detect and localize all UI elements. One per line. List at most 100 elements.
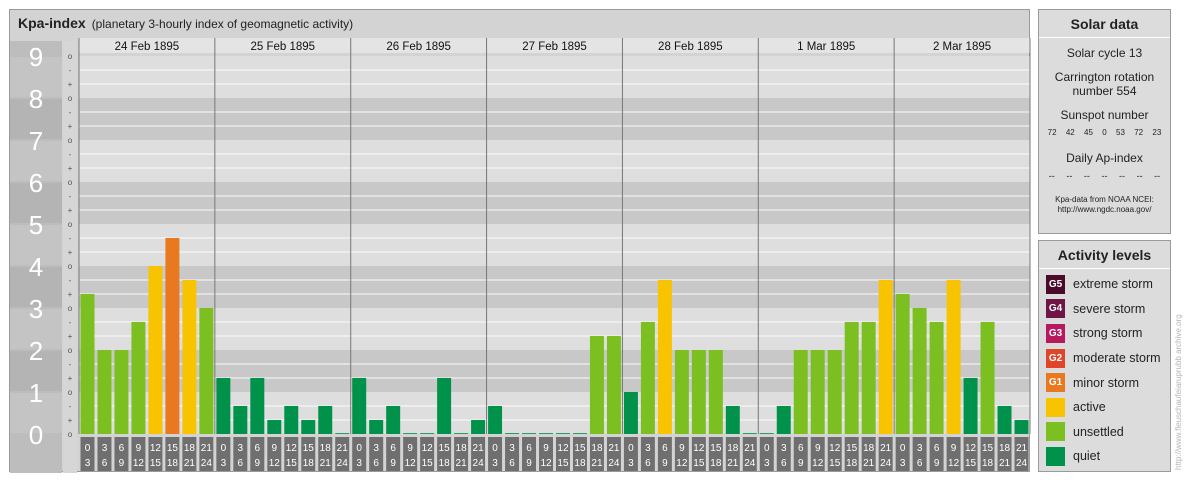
kp-bar xyxy=(165,237,180,434)
y-tick-label: 8 xyxy=(29,84,43,114)
time-slot-end: 18 xyxy=(439,458,451,469)
time-slot-end: 6 xyxy=(645,458,651,469)
activity-level-swatch: G4 xyxy=(1046,299,1065,319)
kp-bar xyxy=(861,321,876,434)
sunspot-value: 0 xyxy=(1102,128,1107,137)
time-slot-start: 21 xyxy=(1016,443,1028,454)
watermark: http://www.fleuschaufeiaruprubb archive.… xyxy=(1174,314,1183,470)
activity-level-label: moderate storm xyxy=(1073,351,1161,366)
solar-data-panel: Solar data Solar cycle 13 Carrington rot… xyxy=(1038,9,1171,234)
kp-bar xyxy=(674,350,689,434)
y-subtick-mark: - xyxy=(69,66,72,75)
time-slot-end: 3 xyxy=(492,458,498,469)
y-tick-label: 3 xyxy=(29,294,43,324)
activity-levels-panel: Activity levels G5 extreme storm G4 severe … xyxy=(1038,240,1171,472)
data-source: Kpa-data from NOAA NCEI: http://www.ngdc… xyxy=(1039,195,1170,215)
time-slot-end: 18 xyxy=(574,458,586,469)
time-slot-start: 15 xyxy=(982,443,994,454)
y-subtick-mark: - xyxy=(69,234,72,243)
time-slot-start: 18 xyxy=(456,443,468,454)
kp-bar xyxy=(199,308,214,434)
y-subtick-mark: + xyxy=(68,122,73,131)
kp-bar xyxy=(335,433,350,434)
time-slot-start: 9 xyxy=(679,443,685,454)
time-slot-end: 21 xyxy=(727,458,739,469)
time-slot-end: 18 xyxy=(303,458,315,469)
activity-level-item: G2 moderate storm xyxy=(1039,346,1170,371)
time-slot-start: 21 xyxy=(744,443,756,454)
kp-bar xyxy=(725,405,740,434)
kp-bar xyxy=(963,378,978,434)
time-slot-start: 18 xyxy=(727,443,739,454)
kp-bar xyxy=(369,420,384,434)
activity-level-label: extreme storm xyxy=(1073,277,1153,292)
kp-bar xyxy=(759,433,774,434)
time-slot-start: 21 xyxy=(473,443,485,454)
day-label: 27 Feb 1895 xyxy=(522,41,587,53)
time-slot-end: 24 xyxy=(337,458,349,469)
activity-level-label: minor storm xyxy=(1073,375,1139,390)
time-slot-end: 12 xyxy=(540,458,552,469)
time-slot-start: 12 xyxy=(286,443,298,454)
time-slot-end: 18 xyxy=(982,458,994,469)
y-subtick-mark: o xyxy=(68,178,73,187)
kp-bar xyxy=(505,433,520,434)
ap-value: -- xyxy=(1136,171,1143,181)
time-slot-start: 3 xyxy=(373,443,379,454)
kp-bar xyxy=(640,321,655,434)
time-slot-end: 18 xyxy=(167,458,179,469)
kp-bar xyxy=(946,279,961,434)
time-slot-end: 3 xyxy=(85,458,91,469)
kp-bar xyxy=(997,405,1012,434)
time-slot-start: 0 xyxy=(628,443,634,454)
time-slot-end: 3 xyxy=(900,458,906,469)
time-slot-end: 9 xyxy=(390,458,396,469)
ap-value: -- xyxy=(1066,171,1073,181)
activity-level-swatch: G3 xyxy=(1046,323,1065,343)
time-slot-start: 9 xyxy=(543,443,549,454)
kp-bar xyxy=(606,336,621,434)
sunspot-value: 45 xyxy=(1084,128,1093,137)
time-slot-start: 12 xyxy=(693,443,705,454)
time-slot-start: 6 xyxy=(662,443,668,454)
time-slot-start: 18 xyxy=(863,443,875,454)
time-slot-end: 12 xyxy=(948,458,960,469)
ap-value: -- xyxy=(1154,171,1161,181)
time-slot-end: 18 xyxy=(710,458,722,469)
kp-bar xyxy=(556,433,570,434)
time-slot-start: 15 xyxy=(574,443,586,454)
time-slot-start: 0 xyxy=(492,443,498,454)
y-subtick-mark: o xyxy=(68,430,73,439)
time-slot-start: 9 xyxy=(136,443,142,454)
kp-bar xyxy=(776,405,791,434)
activity-level-label: severe storm xyxy=(1073,301,1146,316)
time-slot-start: 0 xyxy=(356,443,362,454)
time-slot-start: 6 xyxy=(798,443,804,454)
kp-bar xyxy=(437,378,452,434)
kp-bar xyxy=(929,321,944,434)
y-subtick-mark: + xyxy=(68,206,73,215)
y-subtick-mark: + xyxy=(68,164,73,173)
activity-level-swatch xyxy=(1046,446,1065,466)
time-slot-start: 21 xyxy=(337,443,349,454)
time-slot-end: 6 xyxy=(373,458,379,469)
time-slot-end: 21 xyxy=(863,458,875,469)
kp-bar xyxy=(572,433,587,434)
time-slot-end: 15 xyxy=(422,458,434,469)
activity-level-label: unsettled xyxy=(1073,424,1124,439)
time-slot-end: 21 xyxy=(320,458,332,469)
y-tick-label: 4 xyxy=(29,252,43,282)
kp-bar xyxy=(403,433,418,434)
time-slot-start: 15 xyxy=(303,443,315,454)
time-slot-end: 24 xyxy=(880,458,892,469)
time-slot-start: 12 xyxy=(422,443,434,454)
kp-bar-chart: 0123456789o+-o+-o+-o+-o+-o+-o+-o+-o+-o24… xyxy=(10,38,1031,473)
kp-bar xyxy=(623,392,638,434)
ap-value: -- xyxy=(1101,171,1108,181)
sunspot-value: 72 xyxy=(1047,128,1057,137)
time-slot-end: 18 xyxy=(846,458,858,469)
activity-level-swatch: G5 xyxy=(1046,274,1065,294)
kp-bar xyxy=(912,308,927,434)
grid-band xyxy=(79,56,1030,98)
time-slot-start: 0 xyxy=(85,443,91,454)
